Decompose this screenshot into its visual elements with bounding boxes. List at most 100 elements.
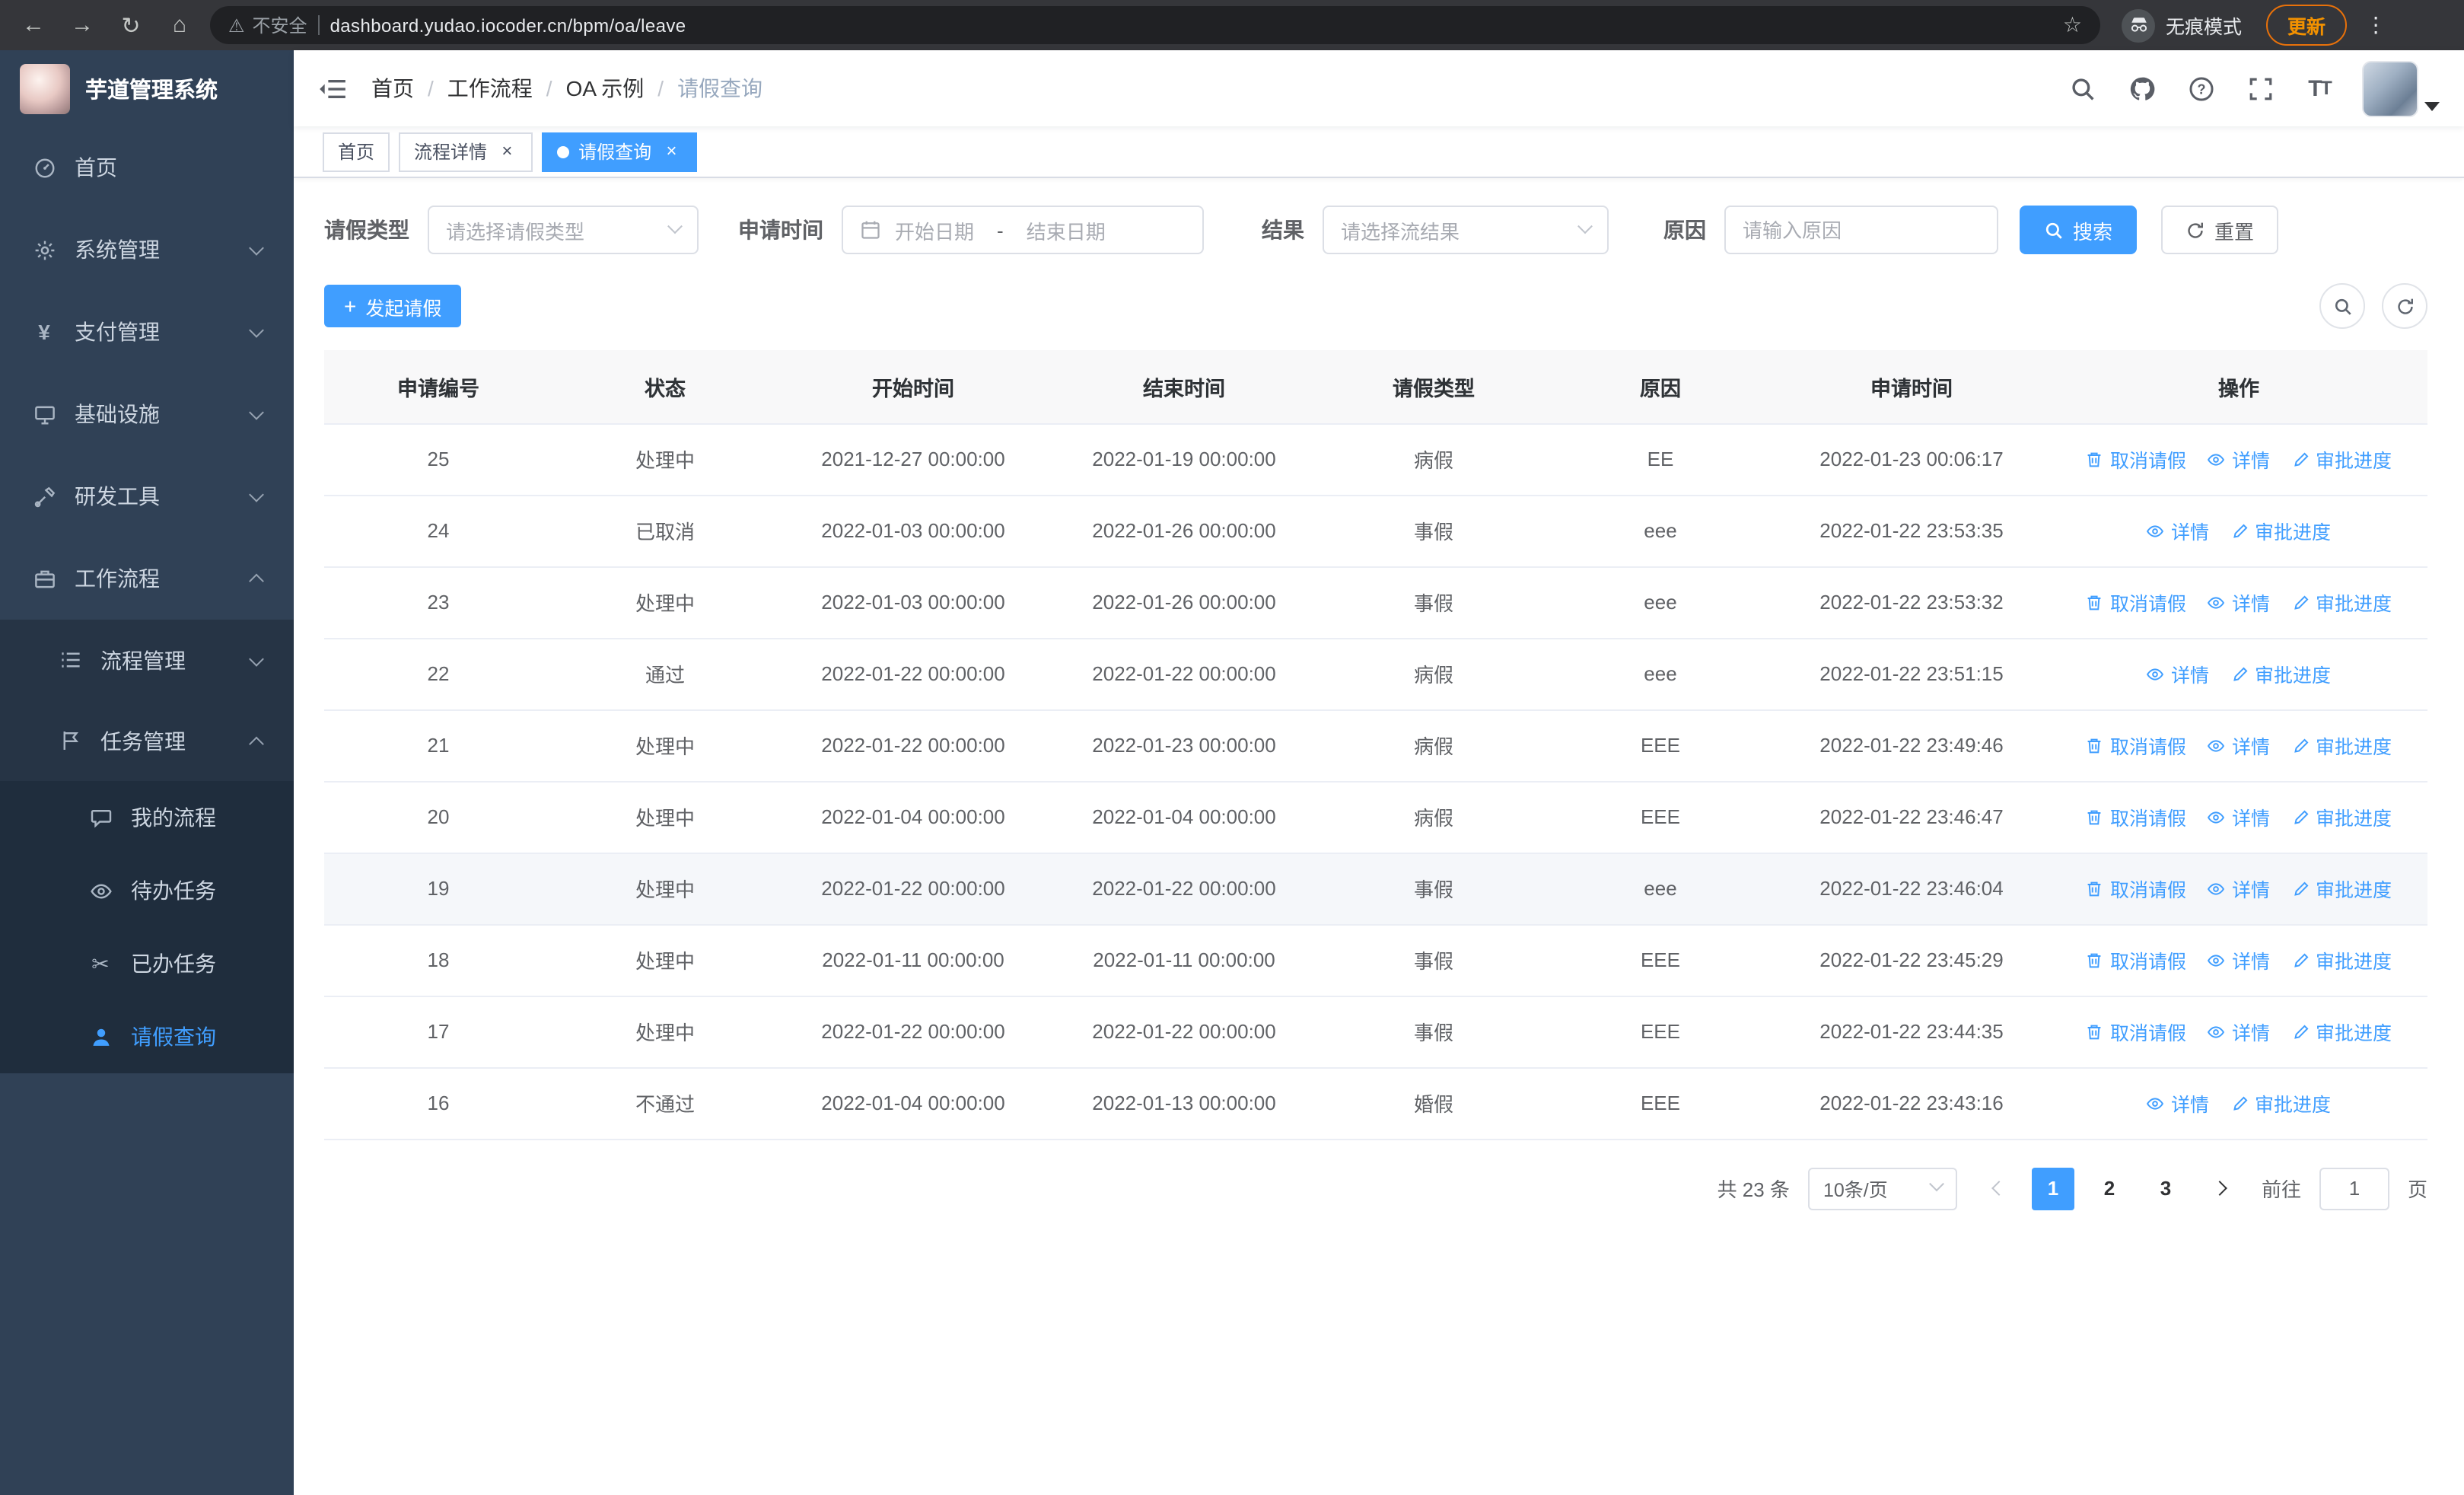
approval-progress-link[interactable]: 审批进度	[2291, 1017, 2392, 1046]
page-button-3[interactable]: 3	[2144, 1167, 2187, 1210]
approval-progress-link[interactable]: 审批进度	[2230, 659, 2331, 688]
detail-link[interactable]: 详情	[2208, 445, 2270, 473]
sidebar-item-leave-query[interactable]: 请假查询	[0, 1000, 294, 1073]
result-select[interactable]: 请选择流结果	[1323, 206, 1609, 254]
sidebar-item-done-tasks[interactable]: ✂ 已办任务	[0, 927, 294, 1000]
user-avatar	[2362, 60, 2418, 116]
github-icon[interactable]	[2125, 72, 2158, 105]
user-menu[interactable]	[2362, 60, 2440, 116]
table-row[interactable]: 21 处理中 2022-01-22 00:00:00 2022-01-23 00:00…	[324, 709, 2427, 782]
help-icon[interactable]: ?	[2184, 72, 2217, 105]
table-row[interactable]: 22 通过 2022-01-22 00:00:00 2022-01-22 00:00:…	[324, 638, 2427, 710]
apply-time-range-picker[interactable]: 开始日期 - 结束日期	[842, 206, 1204, 254]
sidebar-item-workflow[interactable]: 工作流程	[0, 537, 294, 620]
table-row[interactable]: 17 处理中 2022-01-22 00:00:00 2022-01-22 00:00…	[324, 996, 2427, 1068]
cell-type: 病假	[1320, 423, 1548, 496]
close-icon[interactable]: ×	[661, 140, 682, 162]
table-row[interactable]: 18 处理中 2022-01-11 00:00:00 2022-01-11 00:00…	[324, 924, 2427, 996]
sidebar-item-my-process[interactable]: 我的流程	[0, 781, 294, 854]
detail-link[interactable]: 详情	[2147, 659, 2209, 688]
create-leave-button[interactable]: + 发起请假	[324, 285, 462, 327]
approval-progress-link[interactable]: 审批进度	[2291, 874, 2392, 903]
detail-link[interactable]: 详情	[2208, 731, 2270, 760]
sidebar-item-process-mgmt[interactable]: 流程管理	[0, 620, 294, 700]
address-bar[interactable]: ⚠ 不安全 dashboard.yudao.iocoder.cn/bpm/oa/…	[210, 6, 2100, 44]
table-row[interactable]: 25 处理中 2021-12-27 00:00:00 2022-01-19 00:00…	[324, 423, 2427, 496]
toggle-search-button[interactable]	[2319, 283, 2365, 329]
logo[interactable]: 芋道管理系统	[0, 50, 294, 126]
tab-2[interactable]: 请假查询 ×	[542, 132, 698, 171]
detail-link[interactable]: 详情	[2208, 802, 2270, 831]
prev-page-button[interactable]	[1975, 1167, 2018, 1210]
security-warning[interactable]: ⚠ 不安全	[228, 12, 307, 38]
table-row[interactable]: 24 已取消 2022-01-03 00:00:00 2022-01-26 00:00…	[324, 495, 2427, 567]
sidebar-item-home[interactable]: 首页	[0, 126, 294, 209]
breadcrumb-item[interactable]: 首页	[371, 73, 414, 104]
sidebar-toggle-icon[interactable]	[294, 77, 371, 100]
detail-link[interactable]: 详情	[2147, 516, 2209, 545]
fullscreen-icon[interactable]	[2243, 72, 2277, 105]
table-row[interactable]: 16 不通过 2022-01-04 00:00:00 2022-01-13 00:00…	[324, 1067, 2427, 1140]
refresh-table-button[interactable]	[2382, 283, 2427, 329]
detail-link[interactable]: 详情	[2208, 874, 2270, 903]
detail-link[interactable]: 详情	[2208, 1017, 2270, 1046]
sidebar-item-devtools[interactable]: 研发工具	[0, 455, 294, 537]
detail-link[interactable]: 详情	[2208, 588, 2270, 617]
sidebar-item-system[interactable]: 系统管理	[0, 209, 294, 291]
page-button-1[interactable]: 1	[2031, 1167, 2074, 1210]
sidebar-item-label: 已办任务	[131, 952, 216, 976]
reset-button[interactable]: 重置	[2161, 206, 2279, 254]
update-button[interactable]: 更新	[2266, 5, 2348, 46]
approval-progress-link[interactable]: 审批进度	[2230, 1089, 2331, 1117]
sidebar-item-payment[interactable]: ¥ 支付管理	[0, 291, 294, 373]
cancel-leave-link[interactable]: 取消请假	[2086, 731, 2186, 760]
cancel-leave-link[interactable]: 取消请假	[2086, 1017, 2186, 1046]
close-icon[interactable]: ×	[496, 140, 517, 162]
detail-link[interactable]: 详情	[2147, 1089, 2209, 1117]
page-size-select[interactable]: 10条/页	[1807, 1167, 1957, 1210]
cancel-leave-link[interactable]: 取消请假	[2086, 445, 2186, 473]
page-button-2[interactable]: 2	[2088, 1167, 2131, 1210]
cancel-leave-link[interactable]: 取消请假	[2086, 945, 2186, 974]
reason-input[interactable]	[1724, 206, 1998, 254]
breadcrumb-item[interactable]: 工作流程	[447, 73, 533, 104]
reload-icon[interactable]: ↻	[113, 7, 149, 43]
next-page-button[interactable]	[2201, 1167, 2243, 1210]
cell-id: 18	[324, 924, 552, 996]
approval-progress-link[interactable]: 审批进度	[2291, 945, 2392, 974]
approval-progress-link[interactable]: 审批进度	[2291, 731, 2392, 760]
breadcrumb-separator: /	[546, 76, 552, 100]
approval-progress-link[interactable]: 审批进度	[2291, 588, 2392, 617]
cancel-leave-link[interactable]: 取消请假	[2086, 802, 2186, 831]
sidebar-item-todo-tasks[interactable]: 待办任务	[0, 854, 294, 927]
table-row[interactable]: 19 处理中 2022-01-22 00:00:00 2022-01-22 00:00…	[324, 853, 2427, 925]
tab-1[interactable]: 流程详情 ×	[399, 132, 533, 171]
browser-menu-icon[interactable]: ⋮	[2359, 12, 2392, 38]
sidebar-item-infrastructure[interactable]: 基础设施	[0, 373, 294, 455]
approval-progress-link[interactable]: 审批进度	[2291, 445, 2392, 473]
divider	[317, 15, 320, 35]
home-icon[interactable]: ⌂	[161, 7, 198, 43]
table-row[interactable]: 23 处理中 2022-01-03 00:00:00 2022-01-26 00:00…	[324, 566, 2427, 639]
sidebar-menu: 首页 系统管理 ¥ 支付管理 基础设施 研发工具 工作流程 流程管理 任务管理 我的流程 待办任务 ✂…	[0, 126, 294, 1495]
column-header: 操作	[2050, 350, 2427, 424]
sidebar-item-task-mgmt[interactable]: 任务管理	[0, 700, 294, 781]
back-icon[interactable]: ←	[15, 7, 52, 43]
bookmark-star-icon[interactable]: ☆	[2063, 12, 2082, 38]
breadcrumb-item[interactable]: OA 示例	[566, 73, 645, 104]
detail-link[interactable]: 详情	[2208, 945, 2270, 974]
cell-end: 2022-01-04 00:00:00	[1049, 781, 1320, 853]
leave-type-select[interactable]: 请选择请假类型	[428, 206, 699, 254]
cancel-leave-link[interactable]: 取消请假	[2086, 874, 2186, 903]
cancel-leave-link[interactable]: 取消请假	[2086, 588, 2186, 617]
goto-page-input[interactable]	[2319, 1167, 2389, 1210]
search-button[interactable]: 搜索	[2020, 206, 2138, 254]
font-size-icon[interactable]: T﻿ T	[2303, 72, 2336, 105]
approval-progress-link[interactable]: 审批进度	[2291, 802, 2392, 831]
tab-0[interactable]: 首页	[323, 132, 390, 171]
column-header: 结束时间	[1049, 350, 1320, 424]
approval-progress-link[interactable]: 审批进度	[2230, 516, 2331, 545]
forward-icon[interactable]: →	[64, 7, 100, 43]
table-row[interactable]: 20 处理中 2022-01-04 00:00:00 2022-01-04 00:00…	[324, 781, 2427, 853]
search-icon[interactable]	[2065, 72, 2099, 105]
